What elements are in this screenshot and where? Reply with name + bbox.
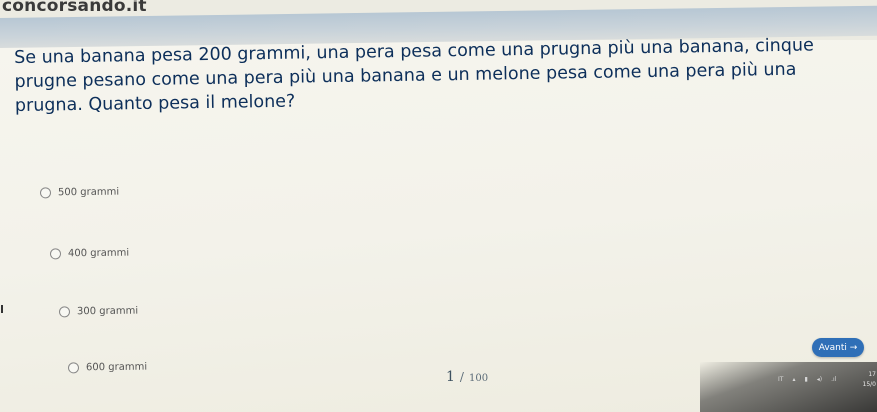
radio-icon[interactable] xyxy=(58,306,71,318)
next-button[interactable]: Avanti → xyxy=(812,338,864,357)
clock-time: 17 xyxy=(868,371,876,378)
speaker-icon[interactable]: ◂) xyxy=(817,376,822,383)
system-clock[interactable]: 17 15/0 xyxy=(854,370,876,390)
radio-icon[interactable] xyxy=(49,248,62,260)
answer-option-1[interactable]: 500 grammi xyxy=(39,186,120,199)
answer-option-2[interactable]: 400 grammi xyxy=(49,247,130,260)
answer-option-label: 300 grammi xyxy=(76,305,139,318)
counter-separator: / xyxy=(459,370,464,384)
language-indicator[interactable]: IT xyxy=(778,376,783,383)
answer-option-4[interactable]: 600 grammi xyxy=(67,361,148,374)
site-watermark: concorsando.it xyxy=(2,0,147,16)
answer-option-label: 400 grammi xyxy=(67,247,130,260)
system-tray: IT ▴ ▮ ◂) .ıl xyxy=(778,376,836,383)
signal-icon[interactable]: .ıl xyxy=(831,376,836,383)
answer-option-3[interactable]: 300 grammi xyxy=(58,305,139,318)
page-counter: 1 / 100 xyxy=(446,369,488,385)
radio-icon[interactable] xyxy=(39,187,52,199)
current-question-number: 1 xyxy=(446,369,455,385)
clock-date: 15/0 xyxy=(862,381,876,388)
answer-option-label: 600 grammi xyxy=(85,361,148,374)
chevron-up-icon[interactable]: ▴ xyxy=(792,376,795,383)
total-questions: 100 xyxy=(468,373,489,384)
radio-icon[interactable] xyxy=(67,362,80,374)
question-text: Se una banana pesa 200 grammi, una pera … xyxy=(14,35,814,116)
network-icon[interactable]: ▮ xyxy=(804,376,807,383)
taskbar xyxy=(700,362,877,412)
edge-mark xyxy=(1,305,3,313)
answer-option-label: 500 grammi xyxy=(57,186,120,199)
